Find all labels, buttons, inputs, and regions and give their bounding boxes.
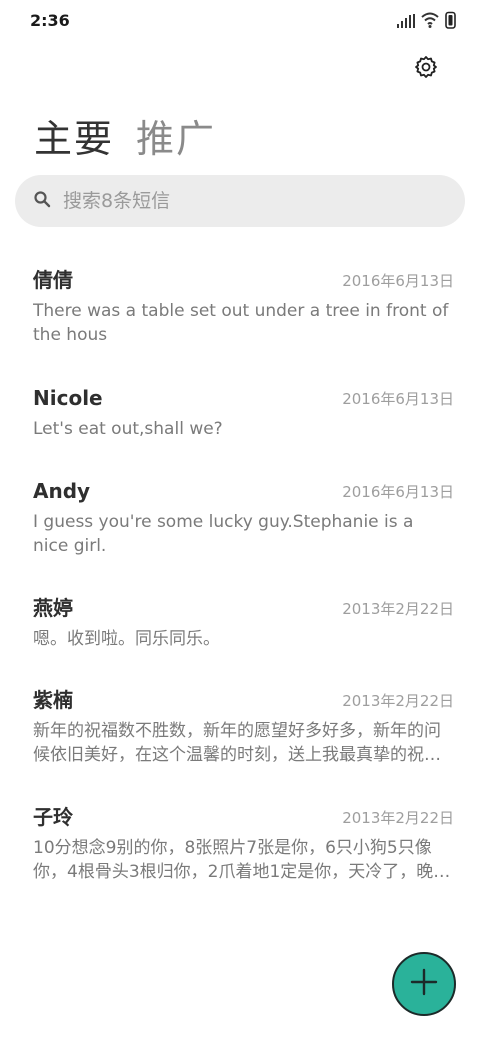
signal-icon	[397, 13, 415, 32]
message-item[interactable]: 子玲 2013年2月22日 10分想念9别的你，8张照片7张是你，6只小狗5只像…	[0, 787, 480, 904]
message-item[interactable]: 倩倩 2016年6月13日 There was a table set out …	[0, 250, 480, 368]
message-item[interactable]: Nicole 2016年6月13日 Let's eat out,shall we…	[0, 368, 480, 461]
new-message-button[interactable]	[392, 952, 456, 1016]
search-bar[interactable]	[15, 175, 465, 227]
message-date: 2016年6月13日	[342, 483, 454, 501]
search-icon	[33, 190, 51, 212]
message-item[interactable]: 紫楠 2013年2月22日 新年的祝福数不胜数，新年的愿望好多好多，新年的问候依…	[0, 670, 480, 787]
search-input[interactable]	[63, 190, 423, 212]
message-item[interactable]: 燕婷 2013年2月22日 嗯。收到啦。同乐同乐。	[0, 578, 480, 670]
status-bar: 2:36	[0, 0, 480, 40]
message-snippet: Let's eat out,shall we?	[33, 419, 223, 439]
message-date: 2013年2月22日	[342, 600, 454, 618]
tab-primary[interactable]: 主要	[34, 108, 114, 163]
message-snippet: 嗯。收到啦。同乐同乐。	[33, 629, 220, 649]
message-snippet: 新年的祝福数不胜数，新年的愿望好多好多，新年的问候依旧美好，在这个温馨的时刻，送…	[33, 721, 441, 765]
message-date: 2013年2月22日	[342, 809, 454, 827]
tab-promotions[interactable]: 推广	[136, 108, 216, 163]
message-date: 2013年2月22日	[342, 692, 454, 710]
message-list: 倩倩 2016年6月13日 There was a table set out …	[0, 250, 480, 904]
wifi-icon	[421, 12, 439, 32]
message-snippet: There was a table set out under a tree i…	[33, 301, 449, 345]
plus-icon	[409, 967, 439, 1001]
message-date: 2016年6月13日	[342, 272, 454, 290]
tab-bar: 主要 推广	[34, 108, 216, 163]
message-snippet: 10分想念9别的你，8张照片7张是你，6只小狗5只像你，4根骨头3根归你，2爪着…	[33, 838, 451, 882]
message-snippet: I guess you're some lucky guy.Stephanie …	[33, 512, 414, 556]
status-time: 2:36	[30, 11, 70, 30]
gear-icon	[414, 55, 438, 83]
battery-icon	[445, 11, 456, 33]
message-item[interactable]: Andy 2016年6月13日 I guess you're some luck…	[0, 461, 480, 578]
settings-button[interactable]	[412, 55, 440, 83]
status-icons	[397, 11, 456, 33]
message-date: 2016年6月13日	[342, 390, 454, 408]
